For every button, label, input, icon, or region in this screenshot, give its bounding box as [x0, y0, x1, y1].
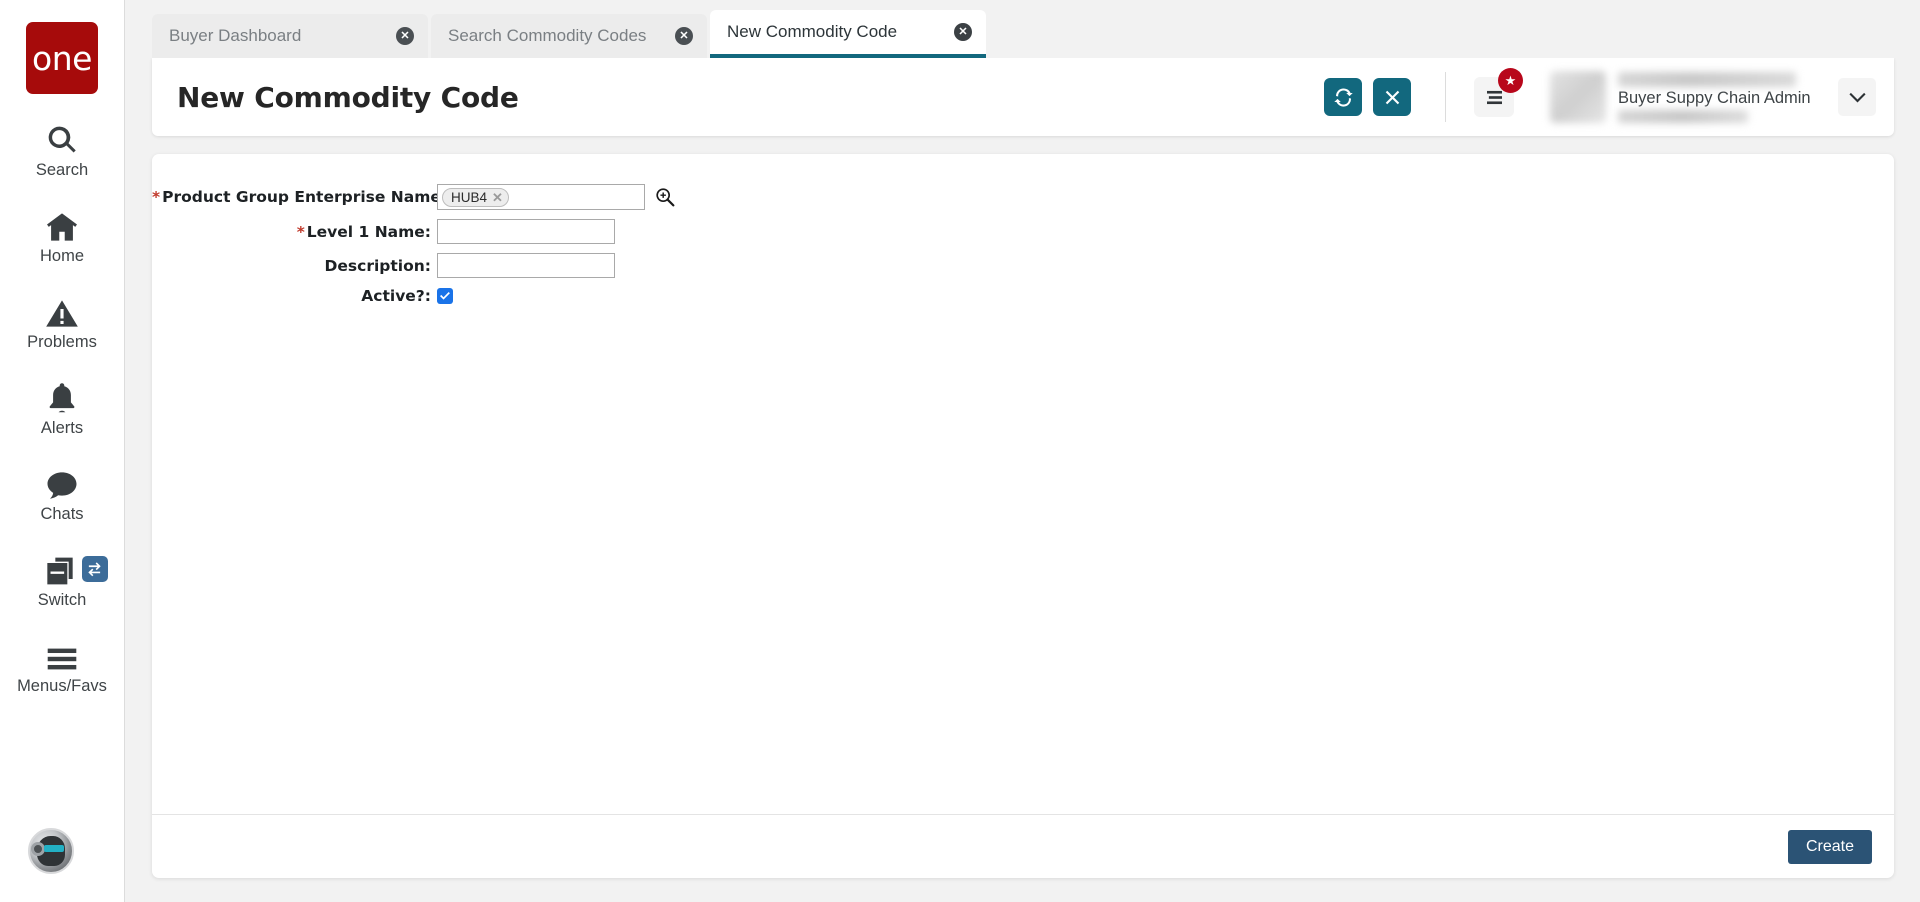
robot-ear-icon [31, 842, 45, 856]
sidebar-item-label: Problems [27, 333, 97, 351]
one-network-logo[interactable]: one [26, 22, 98, 94]
active-checkbox[interactable] [437, 288, 453, 304]
search-icon [46, 120, 78, 156]
switch-toggle-icon[interactable] [81, 556, 108, 582]
avatar [1550, 71, 1606, 123]
chip-remove-icon[interactable]: ✕ [492, 191, 503, 204]
user-profile[interactable]: Buyer Suppy Chain Admin [1550, 71, 1876, 123]
switch-windows-icon [46, 550, 78, 586]
level-1-name-input[interactable] [437, 219, 615, 244]
tab-label: Buyer Dashboard [169, 26, 302, 45]
menu-icon [1485, 90, 1504, 105]
page-header: New Commodity Code ★ Buyer Suppy Chain A… [152, 58, 1894, 136]
field-control: HUB4 ✕ [437, 184, 675, 210]
tab-search-commodity-codes[interactable]: Search Commodity Codes ✕ [431, 14, 707, 58]
chip-label: HUB4 [451, 189, 488, 205]
main-area: Buyer Dashboard ✕ Search Commodity Codes… [125, 0, 1920, 902]
sidebar-item-label: Chats [40, 505, 84, 523]
home-icon [45, 206, 79, 242]
field-row-description: Description: [152, 253, 1894, 278]
sidebar-item-label: Switch [37, 591, 87, 609]
field-label-text: Level 1 Name: [306, 222, 431, 241]
close-page-button[interactable] [1373, 78, 1411, 116]
refresh-icon [1333, 87, 1353, 107]
ai-assistant-avatar[interactable] [28, 828, 74, 874]
refresh-button[interactable] [1324, 78, 1362, 116]
field-control [437, 219, 615, 244]
field-control [437, 253, 615, 278]
field-row-product-group-enterprise-name: * Product Group Enterprise Name: HUB4 ✕ [152, 184, 1894, 210]
sidebar-item-switch[interactable]: Switch [0, 550, 125, 610]
sidebar-item-search[interactable]: Search [0, 120, 125, 180]
field-label-text: Product Group Enterprise Name: [162, 188, 448, 206]
tab-close-icon[interactable]: ✕ [954, 23, 972, 41]
sidebar-item-alerts[interactable]: Alerts [0, 378, 125, 438]
form-body: *Product Group Enterprise Name: HUB4 ✕ [152, 154, 1894, 814]
sidebar-item-label: Menus/Favs [17, 677, 107, 695]
sidebar-item-label: Search [35, 161, 89, 179]
required-indicator: * [296, 222, 305, 241]
field-label-text: Description: [324, 256, 431, 275]
left-sidebar: one Search Home Problems Alerts Chats Sw… [0, 0, 125, 902]
robot-head-icon [31, 836, 65, 866]
sidebar-item-label: Alerts [40, 419, 84, 437]
lookup-search-icon[interactable] [655, 187, 675, 207]
tab-buyer-dashboard[interactable]: Buyer Dashboard ✕ [152, 14, 428, 58]
field-label: * Level 1 Name: [152, 223, 437, 241]
user-text-block: Buyer Suppy Chain Admin [1618, 71, 1824, 123]
tab-bar: Buyer Dashboard ✕ Search Commodity Codes… [125, 0, 1920, 58]
close-icon [1385, 90, 1400, 105]
tab-label: Search Commodity Codes [448, 26, 647, 45]
user-role: Buyer Suppy Chain Admin [1618, 88, 1811, 107]
sidebar-item-chats[interactable]: Chats [0, 464, 125, 524]
create-button[interactable]: Create [1787, 829, 1872, 864]
field-label: Description: [152, 257, 437, 275]
field-label-text: Active?: [361, 287, 431, 305]
tab-close-icon[interactable]: ✕ [675, 27, 693, 45]
chat-bubble-icon [46, 464, 78, 500]
required-indicator: * [152, 188, 161, 206]
menus-favorites-button[interactable]: ★ [1474, 68, 1523, 117]
tab-close-icon[interactable]: ✕ [396, 27, 414, 45]
logo-text: one [32, 38, 92, 78]
user-org-redacted [1618, 109, 1748, 123]
warning-triangle-icon [46, 292, 78, 328]
sidebar-item-menus-favs[interactable]: Menus/Favs [0, 636, 125, 696]
chevron-down-icon[interactable] [1838, 78, 1876, 116]
sidebar-item-home[interactable]: Home [0, 206, 125, 266]
content-wrapper: New Commodity Code ★ Buyer Suppy Chain A… [125, 58, 1920, 902]
form-panel: *Product Group Enterprise Name: HUB4 ✕ [152, 154, 1894, 878]
field-control [437, 288, 453, 304]
bell-icon [48, 378, 76, 414]
product-group-enterprise-name-input[interactable]: HUB4 ✕ [437, 184, 645, 210]
field-row-active: Active?: [152, 287, 1894, 305]
robot-visor-icon [44, 845, 64, 852]
sidebar-item-problems[interactable]: Problems [0, 292, 125, 352]
selected-chip: HUB4 ✕ [442, 187, 509, 207]
tab-label: New Commodity Code [727, 22, 898, 41]
user-name-redacted [1618, 71, 1796, 87]
field-label: Active?: [152, 287, 437, 305]
sidebar-item-label: Home [39, 247, 84, 265]
star-badge: ★ [1498, 68, 1523, 93]
field-label: * Product Group Enterprise Name: [152, 188, 447, 206]
header-divider [1445, 72, 1446, 122]
field-row-level-1-name: * Level 1 Name: [152, 219, 1894, 244]
form-footer: Create [152, 814, 1894, 878]
hamburger-icon [46, 636, 78, 672]
tab-new-commodity-code[interactable]: New Commodity Code ✕ [710, 10, 986, 58]
description-input[interactable] [437, 253, 615, 278]
page-title: New Commodity Code [177, 80, 519, 114]
